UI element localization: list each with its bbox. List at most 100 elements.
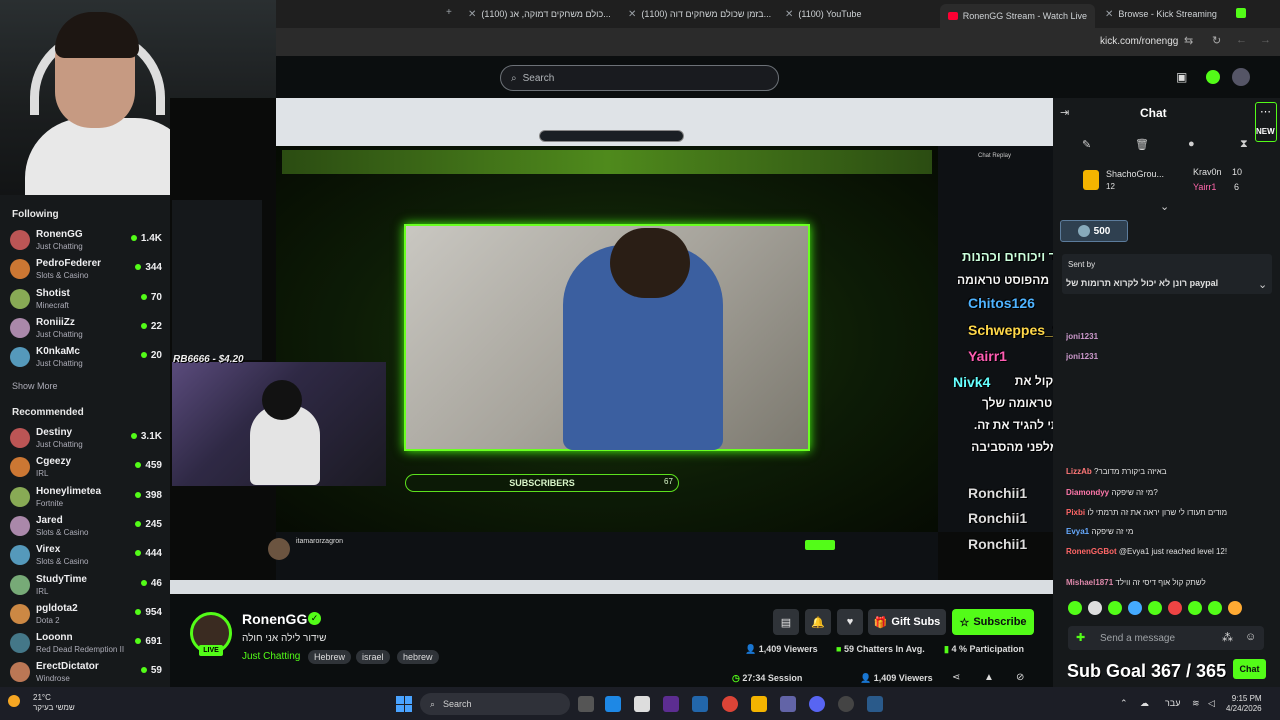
new-tab-icon[interactable]: + [446, 7, 452, 18]
chevron-down-icon[interactable]: ⌄ [1160, 200, 1169, 213]
avatar[interactable] [1232, 68, 1250, 86]
file-explorer-icon[interactable] [751, 696, 767, 712]
app2-icon[interactable] [692, 696, 708, 712]
kick-logo-icon[interactable] [1206, 70, 1220, 84]
chevron-down-icon[interactable]: ⌄ [1258, 278, 1267, 291]
tab-close-icon[interactable]: ✕ [468, 9, 476, 20]
vscode-icon[interactable] [867, 696, 883, 712]
wifi-icon[interactable]: ≋ [1192, 698, 1200, 709]
tab-close-icon[interactable]: ✕ [1105, 9, 1113, 20]
onedrive-icon[interactable]: ☁ [1140, 698, 1149, 709]
session-stat: ◷ 27:34 Session [732, 673, 803, 683]
tab-youtube-2[interactable]: ✕ (1100) בזמן שכולם משחקים דוה... [628, 4, 773, 24]
following-item[interactable]: RoniiiZz Just Chatting 22 [10, 315, 162, 343]
tag-hebrew-lower[interactable]: hebrew [397, 650, 439, 664]
chat-username[interactable]: joni1231 [1066, 332, 1098, 341]
clip-button[interactable]: ▤ [773, 609, 799, 635]
weather-widget[interactable]: 21°C שמשי בעיקר [33, 693, 75, 713]
recommended-item[interactable]: Looonn Red Dead Redemption II 691 [10, 630, 162, 658]
language-indicator[interactable]: עבר [1165, 698, 1180, 708]
collapse-chat-icon[interactable]: ⇥ [1060, 106, 1069, 119]
live-dot-icon [135, 608, 142, 615]
taskbar-search[interactable]: ⌕ Search [420, 693, 570, 715]
follow-button[interactable]: ♥ [837, 609, 863, 635]
chat-username[interactable]: Diamondyy [1066, 488, 1109, 497]
recommended-item[interactable]: Virex Slots & Casino 444 [10, 542, 162, 570]
task-view-icon[interactable] [578, 696, 594, 712]
emote-icon[interactable] [1188, 601, 1202, 615]
chat-bubble-icon[interactable]: ● [1188, 138, 1195, 150]
chat-username[interactable]: RonenGGBot [1066, 547, 1117, 556]
chat-username[interactable]: Mishael1871 [1066, 578, 1113, 587]
pinned-by-label: Sent by [1068, 260, 1096, 269]
show-more-link[interactable]: Show More [12, 381, 58, 391]
chat-settings-button[interactable]: ⋯ NEW [1255, 102, 1277, 142]
cast-icon[interactable]: ▣ [1176, 70, 1187, 84]
emote-icon[interactable] [1068, 601, 1082, 615]
tab-browse[interactable]: ✕ Browse - Kick Streaming [1105, 4, 1245, 24]
recommended-item[interactable]: pgldota2 Dota 2 954 [10, 601, 162, 629]
notifications-button[interactable]: 🔔 [805, 609, 831, 635]
tab-close-icon[interactable]: ✕ [628, 9, 636, 20]
streamer-name[interactable]: RonenGG [242, 611, 307, 627]
share-icon[interactable]: ⋖ [952, 672, 960, 683]
chat-message-input[interactable]: Send a message [1068, 626, 1264, 650]
teams-icon[interactable] [780, 696, 796, 712]
subscribe-button[interactable]: ☆ Subscribe [952, 609, 1034, 635]
tray-chevron-icon[interactable]: ⌃ [1120, 698, 1128, 709]
gift-subs-button[interactable]: 🎁 Gift Subs [868, 609, 946, 635]
pin-icon[interactable]: ✎ [1082, 138, 1091, 151]
recommended-item[interactable]: Jared Slots & Casino 245 [10, 513, 162, 541]
emote-icon[interactable] [1088, 601, 1102, 615]
recommended-item[interactable]: Cgeezy IRL 459 [10, 454, 162, 482]
windows-start-icon[interactable] [396, 696, 412, 712]
discord-icon[interactable] [809, 696, 825, 712]
report-icon[interactable]: ▲ [984, 672, 994, 683]
recommended-item[interactable]: Honeylimetea Fortnite 398 [10, 484, 162, 512]
tag-hebrew[interactable]: Hebrew [308, 650, 352, 664]
chat-username[interactable]: Pixbi [1066, 508, 1085, 517]
search-input[interactable]: ⌕ Search [500, 65, 779, 91]
obs-icon[interactable] [838, 696, 854, 712]
edge-icon[interactable] [605, 696, 621, 712]
following-item[interactable]: RonenGG Just Chatting 1.4K [10, 227, 162, 255]
chat-username[interactable]: joni1231 [1066, 352, 1098, 361]
tab-ronengg[interactable]: RonenGG Stream - Watch Live [940, 4, 1095, 28]
recommended-item[interactable]: ErectDictator Windrose 59 [10, 659, 162, 687]
emote-picker-icon[interactable]: ⁂ [1222, 631, 1233, 644]
stream-category[interactable]: Just Chatting [242, 651, 300, 662]
emoji-icon[interactable]: ☺ [1245, 631, 1256, 643]
send-chat-button[interactable]: Chat [1233, 659, 1266, 679]
reload-icon[interactable]: ↻ [1212, 34, 1221, 47]
tab-youtube[interactable]: ✕ (1100) YouTube [785, 4, 925, 24]
app-icon[interactable] [663, 696, 679, 712]
emote-icon[interactable] [1128, 601, 1142, 615]
taskbar-clock[interactable]: 9:15 PM 4/24/2026 [1226, 694, 1262, 714]
emote-icon[interactable] [1168, 601, 1182, 615]
trash-icon[interactable]: 🗑 [1135, 138, 1149, 151]
following-item[interactable]: K0nkaMc Just Chatting 20 [10, 344, 162, 372]
back-icon[interactable]: ← [1236, 34, 1247, 46]
timer-icon[interactable]: ⧗ [1240, 138, 1248, 151]
tab-youtube-3[interactable]: ✕ (1100) כולם משחקים דמוקה, אנ... [468, 4, 616, 24]
recommended-item[interactable]: Destiny Just Chatting 3.1K [10, 425, 162, 453]
chat-username[interactable]: Evya1 [1066, 527, 1089, 536]
emote-icon[interactable] [1228, 601, 1242, 615]
emote-icon[interactable] [1148, 601, 1162, 615]
emote-icon[interactable] [1108, 601, 1122, 615]
store-icon[interactable] [634, 696, 650, 712]
following-item[interactable]: PedroFederer Slots & Casino 344 [10, 256, 162, 284]
translate-icon[interactable]: ⇆ [1184, 34, 1193, 47]
tag-israel[interactable]: israel [356, 650, 390, 664]
pinned-kicks[interactable]: 500 [1060, 220, 1128, 242]
chrome-icon[interactable] [722, 696, 738, 712]
forward-icon[interactable]: → [1260, 34, 1271, 46]
send-gift-icon[interactable]: ✚ [1076, 631, 1085, 644]
volume-icon[interactable]: ◁ [1208, 698, 1215, 709]
emote-icon[interactable] [1208, 601, 1222, 615]
chat-username[interactable]: LizzAb [1066, 467, 1092, 476]
recommended-item[interactable]: StudyTime IRL 46 [10, 572, 162, 600]
mute-icon[interactable]: ⊘ [1016, 672, 1024, 683]
tab-close-icon[interactable]: ✕ [785, 9, 793, 20]
following-item[interactable]: Shotist Minecraft 70 [10, 286, 162, 314]
